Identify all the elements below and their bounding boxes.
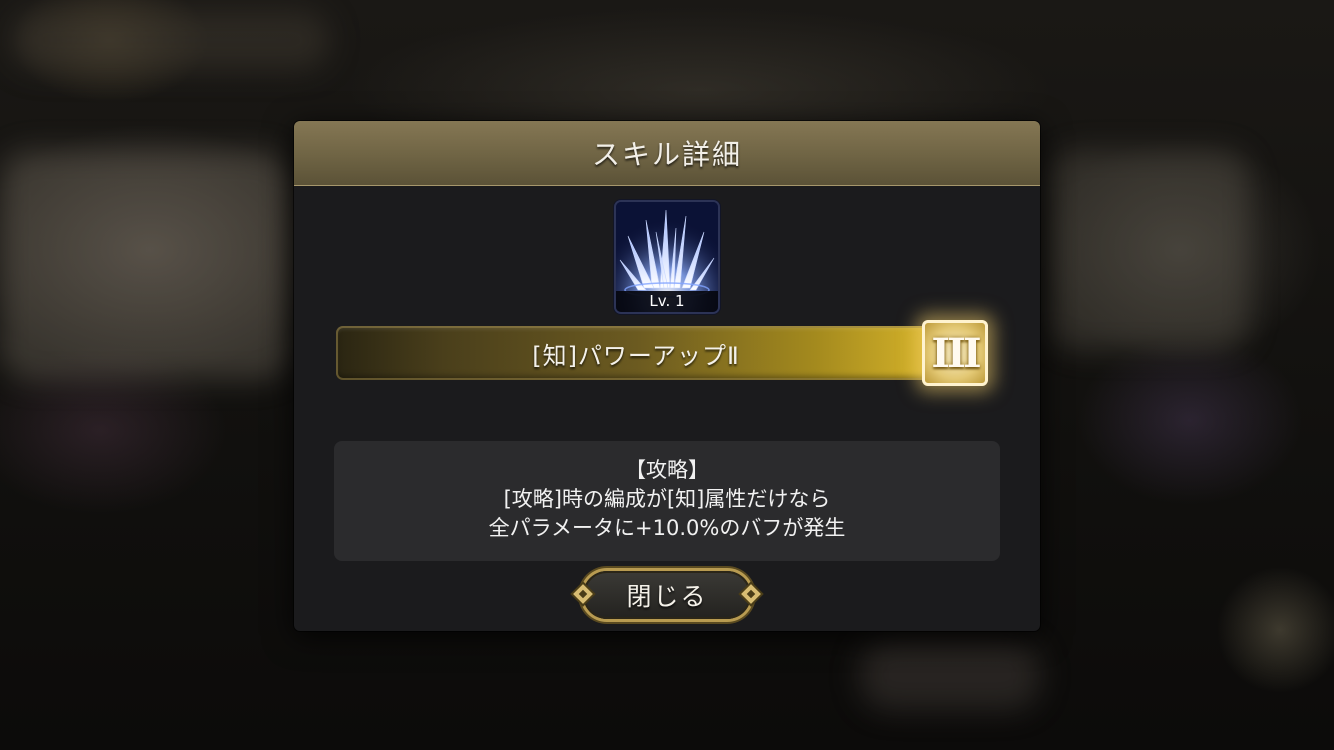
skill-name-bar: [知]パワーアップⅡ (336, 326, 936, 380)
background-panel-right (1050, 150, 1250, 350)
skill-description-box: 【攻略】 [攻略]時の編成が[知]属性だけなら 全パラメータに+10.0%のバフ… (334, 441, 1000, 561)
background-panel-left (0, 150, 290, 380)
close-button-label: 閉じる (626, 582, 708, 611)
skill-rank-badge: III (922, 320, 988, 386)
close-button[interactable]: 閉じる (573, 571, 761, 619)
skill-rank-numeral: III (931, 329, 981, 377)
skill-name: [知]パワーアップⅡ (532, 341, 740, 370)
skill-icon: Lv. 1 (616, 202, 718, 312)
background-top-bar (10, 10, 330, 70)
game-screen: スキル詳細 Lv. 1 [知]パワーアップⅡ III 【攻略】 [攻略]時の編成… (0, 0, 1334, 750)
dialog-title: スキル詳細 (591, 138, 742, 171)
button-ornament-left-icon (573, 584, 593, 604)
dialog-header: スキル詳細 (294, 121, 1040, 186)
description-line: 全パラメータに+10.0%のバフが発生 (488, 516, 846, 540)
button-ornament-right-icon (741, 584, 761, 604)
skill-level-label: Lv. 1 (616, 291, 718, 312)
description-heading: 【攻略】 (625, 458, 709, 482)
skill-detail-dialog: スキル詳細 Lv. 1 [知]パワーアップⅡ III 【攻略】 [攻略]時の編成… (294, 121, 1040, 631)
background-bottom-button (860, 640, 1040, 710)
description-line: [攻略]時の編成が[知]属性だけなら (503, 487, 831, 511)
